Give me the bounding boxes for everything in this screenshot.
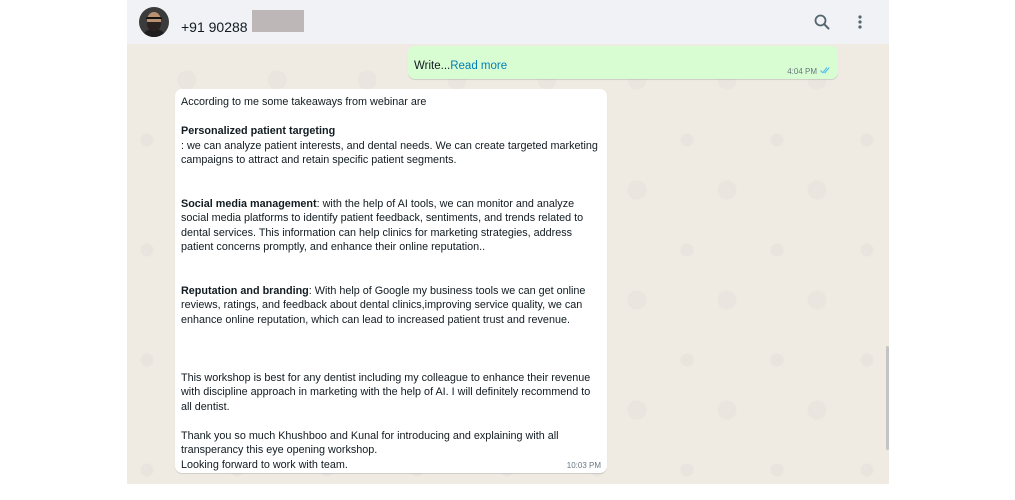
section-title: Social media management	[181, 197, 317, 210]
contact-name[interactable]: +91 90288	[181, 9, 305, 35]
read-more-link[interactable]: Read more	[450, 60, 507, 72]
intro-line: According to me some takeaways from webi…	[181, 96, 427, 108]
workshop-paragraph: This workshop is best for any dentist in…	[181, 371, 591, 413]
scrollbar-thumb[interactable]	[886, 346, 889, 450]
message-preview: Write...	[414, 60, 451, 72]
section-reputation: Reputation and branding: With help of Go…	[181, 284, 603, 328]
section-title: Personalized patient targeting	[181, 125, 336, 137]
outgoing-message-text: Write...Read more	[414, 60, 507, 72]
outgoing-message[interactable]: Write...Read more 4:04 PM	[408, 46, 838, 79]
chat-window: +91 90288 Write...Read more 4:04 PM Acco…	[127, 0, 889, 484]
message-time: 10:03 PM	[566, 461, 601, 470]
chat-header: +91 90288	[127, 0, 889, 44]
search-icon[interactable]	[811, 11, 833, 33]
section-social-media: Social media management: with the help o…	[181, 197, 603, 255]
section-body: : we can analyze patient interests, and …	[181, 139, 598, 167]
incoming-message-body: According to me some takeaways from webi…	[181, 95, 603, 472]
thanks-paragraph: Thank you so much Khushboo and Kunal for…	[181, 429, 559, 457]
incoming-message[interactable]: According to me some takeaways from webi…	[175, 89, 607, 473]
contact-number: +91 90288	[181, 18, 252, 35]
message-time: 4:04 PM	[787, 66, 817, 76]
outgoing-message-meta: 4:04 PM	[787, 66, 832, 76]
double-check-icon	[820, 66, 832, 76]
redaction-box	[252, 9, 305, 32]
contact-avatar[interactable]	[139, 7, 169, 37]
section-personalized: Personalized patient targeting	[181, 124, 603, 139]
menu-dots-icon[interactable]	[849, 11, 871, 33]
section-title: Reputation and branding	[181, 284, 309, 297]
closing-line: Looking forward to work with team.	[181, 458, 348, 471]
header-actions	[795, 11, 871, 33]
